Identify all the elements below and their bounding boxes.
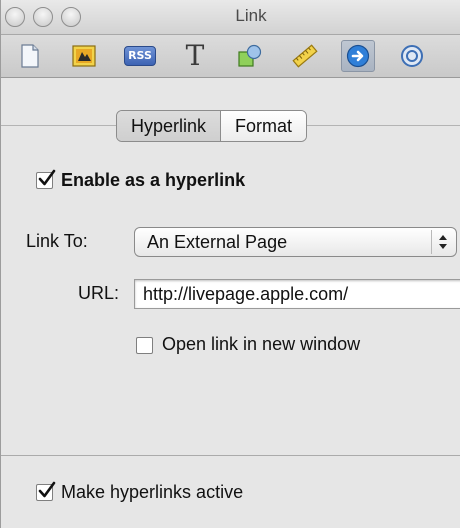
open-new-window-label: Open link in new window	[162, 334, 361, 354]
partial-icon	[401, 45, 423, 67]
open-new-window-checkbox[interactable]	[136, 337, 153, 354]
shapes-inspector-button[interactable]	[233, 40, 267, 72]
url-value: http://livepage.apple.com/	[143, 284, 349, 304]
url-field[interactable]: http://livepage.apple.com/	[134, 279, 460, 309]
window-title: Link	[235, 6, 267, 25]
inspector-tabs: Hyperlink Format	[116, 110, 308, 142]
document-icon	[21, 44, 39, 68]
rss-label: RSS	[128, 49, 152, 62]
make-hyperlinks-active-checkbox[interactable]	[36, 481, 56, 501]
popup-arrows-icon	[431, 230, 454, 254]
enable-hyperlink-label: Enable as a hyperlink	[61, 170, 246, 190]
link-to-label: Link To:	[26, 231, 88, 251]
media-icon	[72, 45, 96, 67]
metrics-inspector-button[interactable]	[288, 40, 322, 72]
graphic-inspector-button[interactable]	[67, 40, 101, 72]
make-hyperlinks-active-label: Make hyperlinks active	[61, 482, 244, 502]
quicktime-inspector-button[interactable]	[395, 40, 429, 72]
url-label: URL:	[78, 283, 120, 303]
link-inspector-button[interactable]	[341, 40, 375, 72]
tab-format[interactable]: Format	[221, 111, 307, 141]
rss-icon: RSS	[124, 46, 156, 66]
ruler-icon	[292, 44, 318, 68]
tab-hyperlink[interactable]: Hyperlink	[117, 111, 222, 141]
checkmark-icon	[38, 481, 56, 498]
link-inspector-panel: Link RSS T Hyperlink Format Enable as a …	[0, 0, 460, 528]
link-icon	[346, 44, 370, 68]
section-divider	[1, 455, 460, 456]
shapes-icon	[238, 44, 262, 67]
link-to-popup[interactable]: An External Page	[134, 227, 457, 257]
inspector-toolbar: RSS T	[1, 35, 460, 78]
rss-inspector-button[interactable]: RSS	[123, 40, 157, 72]
checkmark-icon	[38, 169, 56, 186]
title-bar: Link	[1, 0, 460, 35]
enable-hyperlink-checkbox[interactable]	[36, 169, 56, 189]
text-icon: T	[185, 39, 205, 72]
link-to-value: An External Page	[147, 232, 288, 252]
document-inspector-button[interactable]	[13, 40, 47, 72]
text-inspector-button[interactable]: T	[178, 40, 212, 72]
